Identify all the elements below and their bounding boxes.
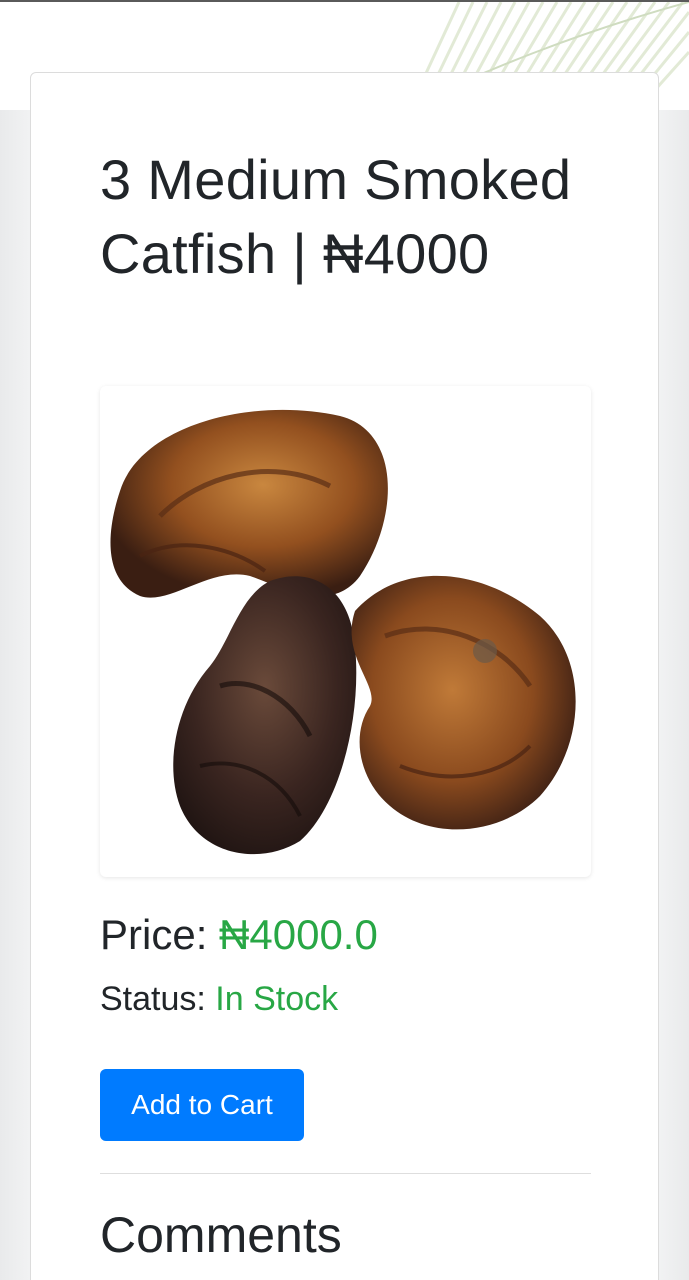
status-label: Status: <box>100 980 216 1018</box>
divider <box>100 1173 591 1174</box>
smoked-catfish-image <box>110 409 576 855</box>
page: 3 Medium Smoked Catfish | ₦4000 Price: ₦… <box>0 0 689 1280</box>
comments-heading: Comments <box>100 1207 342 1263</box>
price-value: ₦4000.0 <box>219 911 378 958</box>
status-value: In Stock <box>215 980 339 1018</box>
product-title: 3 Medium Smoked Catfish | ₦4000 <box>100 148 572 285</box>
product-card: 3 Medium Smoked Catfish | ₦4000 Price: ₦… <box>30 72 659 1280</box>
price-line: Price: ₦4000.0 <box>100 909 378 961</box>
price-label: Price: <box>100 911 220 958</box>
add-to-cart-button[interactable]: Add to Cart <box>100 1069 304 1141</box>
product-image <box>100 386 591 877</box>
status-line: Status: In Stock <box>100 977 338 1021</box>
